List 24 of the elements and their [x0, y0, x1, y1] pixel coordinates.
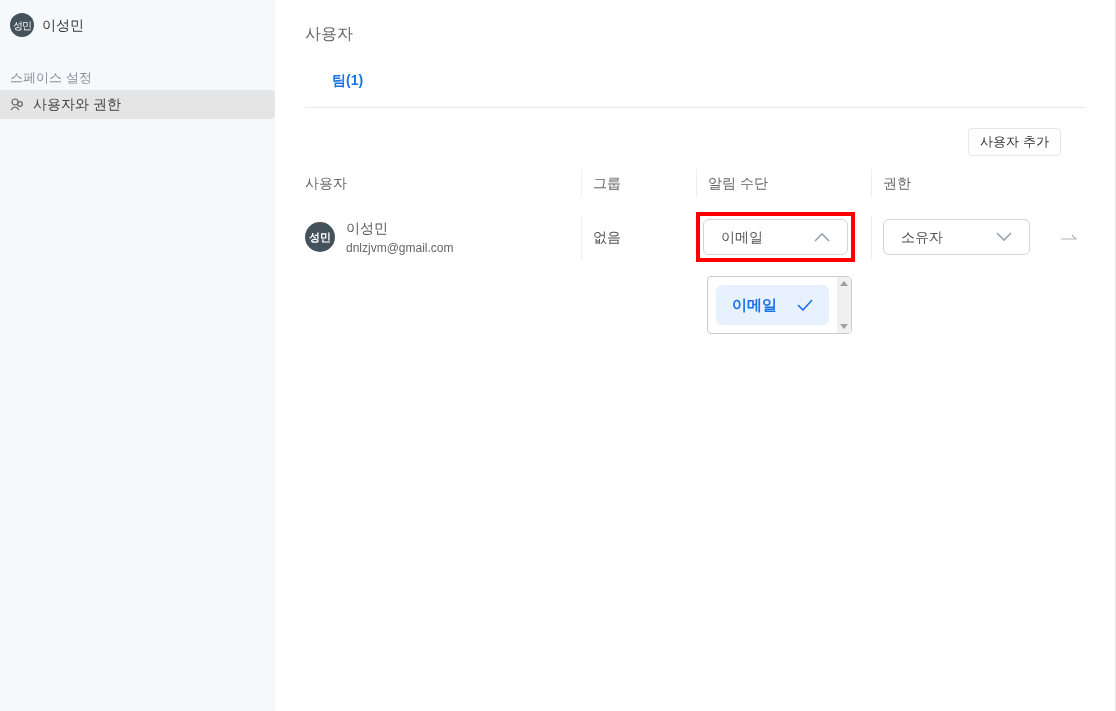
- avatar: 성민: [10, 13, 34, 37]
- dropdown-option[interactable]: 이메일: [716, 285, 829, 325]
- column-header: 권한: [883, 173, 911, 193]
- user-email: dnlzjvm@gmail.com: [346, 239, 454, 257]
- group-value: 없음: [593, 227, 621, 247]
- role-dropdown[interactable]: 소유자: [883, 219, 1030, 255]
- chevron-down-icon: [996, 232, 1012, 242]
- column-header: 사용자: [305, 173, 347, 193]
- users-icon: [10, 97, 25, 112]
- avatar: 성민: [305, 222, 335, 252]
- column-header: 알림 수단: [708, 173, 768, 193]
- page-title: 사용자: [305, 24, 354, 44]
- tab[interactable]: 팀(1): [305, 53, 391, 107]
- add-user-button[interactable]: 사용자 추가: [968, 128, 1061, 156]
- sidebar-item[interactable]: 사용자와 권한: [0, 90, 275, 119]
- section-title: 스페이스 설정: [9, 69, 93, 87]
- chevron-up-icon: [814, 232, 830, 242]
- scroll-down-icon[interactable]: [840, 324, 848, 329]
- scroll-up-icon[interactable]: [840, 281, 848, 286]
- user-name: 이성민: [42, 15, 84, 35]
- user-name: 이성민: [346, 218, 389, 238]
- column-header: 그룹: [593, 173, 621, 193]
- notification-dropdown[interactable]: 이메일: [703, 219, 848, 255]
- check-icon: [797, 299, 813, 311]
